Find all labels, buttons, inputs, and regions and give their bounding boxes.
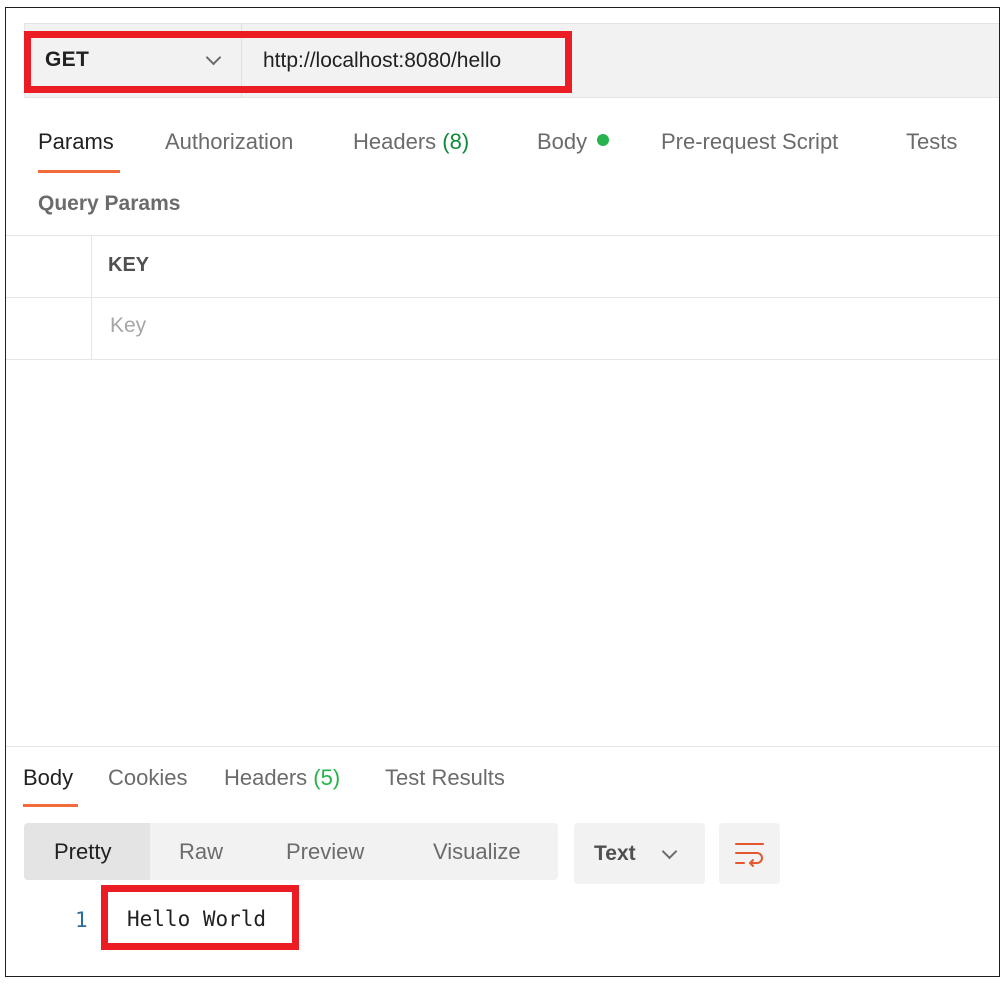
tab-headers-count: (8) (442, 129, 470, 154)
format-dropdown[interactable]: Text (574, 823, 705, 884)
wrap-lines-button[interactable] (719, 823, 780, 884)
chevron-down-icon (661, 843, 678, 860)
tab-prerequest-script[interactable]: Pre-request Script (661, 129, 838, 155)
response-tab-body[interactable]: Body (23, 765, 73, 791)
tab-body-label: Body (537, 129, 588, 154)
response-tab-headers-label: Headers (224, 765, 308, 790)
key-input[interactable]: Key (110, 314, 146, 338)
response-divider (6, 746, 999, 747)
query-params-title: Query Params (38, 192, 181, 215)
highlight-box-response (101, 885, 299, 950)
status-dot-icon (597, 134, 610, 146)
response-tab-body-underline (23, 804, 78, 807)
highlight-box-request (24, 31, 572, 93)
postman-window: GET http://localhost:8080/hello Params A… (5, 7, 1000, 977)
word-wrap-icon (735, 843, 764, 867)
response-tab-headers-count: (5) (313, 765, 341, 790)
tab-body[interactable]: Body (537, 129, 610, 155)
response-tab-test-results[interactable]: Test Results (385, 765, 505, 791)
view-mode-preview[interactable]: Preview (286, 823, 364, 880)
response-tab-headers[interactable]: Headers (5) (224, 765, 340, 791)
tab-headers[interactable]: Headers (8) (353, 129, 469, 155)
table-divider (6, 297, 999, 298)
tab-headers-label: Headers (353, 129, 437, 154)
tab-authorization[interactable]: Authorization (165, 129, 293, 155)
response-tab-cookies[interactable]: Cookies (108, 765, 187, 791)
tab-tests[interactable]: Tests (906, 129, 957, 155)
tab-params-underline (38, 170, 120, 173)
key-column-header: KEY (108, 254, 150, 276)
view-mode-pretty[interactable]: Pretty (24, 823, 150, 880)
line-number: 1 (75, 908, 88, 932)
view-mode-raw[interactable]: Raw (179, 823, 223, 880)
tab-params[interactable]: Params (38, 129, 114, 155)
view-mode-group: Pretty Raw Preview Visualize (24, 823, 558, 880)
view-mode-visualize[interactable]: Visualize (433, 823, 521, 880)
table-divider (6, 235, 999, 236)
format-selected-label: Text (594, 842, 636, 865)
table-divider (6, 359, 999, 360)
